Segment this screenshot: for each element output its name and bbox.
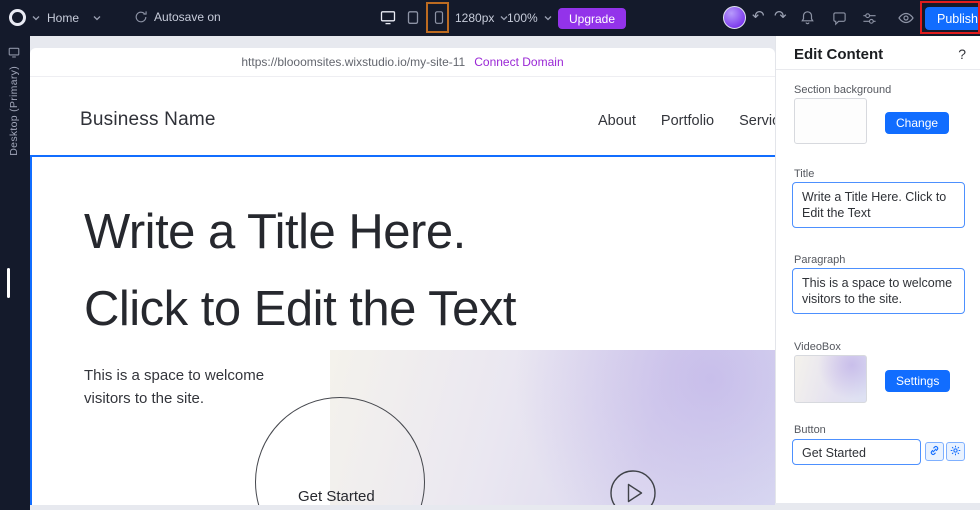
breakpoint-mobile[interactable]	[434, 10, 444, 25]
nav-link-services[interactable]: Services	[739, 113, 775, 129]
undo-icon: ↶	[752, 8, 765, 25]
breakpoint-width-value: 1280px	[455, 11, 495, 25]
autosave-label: Autosave on	[154, 10, 221, 24]
paragraph-field-label: Paragraph	[794, 254, 846, 266]
videobox-settings-button[interactable]: Settings	[885, 370, 951, 392]
chevron-down-icon	[544, 15, 552, 21]
tablet-icon	[407, 10, 419, 25]
breakpoint-desktop[interactable]	[380, 10, 396, 25]
avatar	[723, 6, 746, 29]
videobox-label: VideoBox	[794, 341, 841, 353]
connect-domain-link[interactable]: Connect Domain	[474, 55, 563, 69]
wix-logo-menu[interactable]	[9, 9, 40, 26]
site-business-name[interactable]: Business Name	[80, 109, 216, 131]
wix-studio-editor: Home Autosave on 1280px 100% Upgrade ↶ ↷…	[0, 0, 980, 510]
button-text-input[interactable]: Get Started	[792, 439, 921, 465]
editor-canvas: https://blooomsites.wixstudio.io/my-site…	[30, 36, 775, 510]
panel-divider	[776, 69, 980, 70]
publish-button[interactable]: Publish	[925, 7, 980, 30]
site-url-bar: https://blooomsites.wixstudio.io/my-site…	[30, 48, 775, 77]
redo-button[interactable]: ↷	[774, 9, 787, 24]
bell-icon	[800, 10, 815, 25]
breakpoint-rail-label[interactable]: Desktop (Primary)	[8, 66, 20, 156]
selected-hero-section[interactable]: Write a Title Here. Click to Edit the Te…	[30, 155, 775, 505]
publish-button-wrap: Publish	[925, 7, 980, 30]
preview-button[interactable]	[898, 12, 914, 24]
redo-icon: ↷	[774, 8, 787, 25]
undo-button[interactable]: ↶	[752, 9, 765, 24]
breakpoint-tablet[interactable]	[407, 10, 419, 25]
desktop-small-icon	[8, 45, 20, 63]
video-play-button[interactable]	[609, 469, 657, 505]
help-icon[interactable]: ?	[958, 46, 966, 62]
eye-icon	[898, 12, 914, 24]
hero-title-line2: Click to Edit the Text	[84, 281, 517, 336]
comment-bubble-icon	[832, 11, 847, 26]
edit-content-panel: Edit Content ? Section background Change…	[775, 36, 980, 503]
panel-title: Edit Content	[794, 46, 884, 63]
upgrade-button[interactable]: Upgrade	[558, 8, 627, 29]
tools-button[interactable]	[862, 11, 877, 26]
gear-icon	[950, 443, 961, 461]
notifications-button[interactable]	[800, 10, 815, 25]
link-icon	[929, 443, 940, 461]
title-input[interactable]: Write a Title Here. Click to Edit the Te…	[792, 182, 965, 228]
section-background-label: Section background	[794, 84, 892, 96]
comments-button[interactable]	[832, 11, 847, 26]
autosave-icon	[134, 10, 148, 24]
desktop-icon	[380, 10, 396, 25]
hero-title[interactable]: Write a Title Here. Click to Edit the Te…	[84, 194, 517, 348]
section-background-swatch[interactable]	[794, 98, 867, 144]
button-link-button[interactable]	[925, 442, 944, 461]
page-menu-label: Home	[47, 11, 80, 25]
page-menu[interactable]: Home	[47, 11, 101, 25]
hero-title-line1: Write a Title Here.	[84, 204, 466, 259]
get-started-button[interactable]: Get Started	[298, 488, 375, 505]
chevron-down-icon	[32, 15, 40, 21]
breakpoint-rail: Desktop (Primary)	[0, 36, 30, 510]
change-background-button[interactable]: Change	[885, 112, 950, 134]
nav-link-portfolio[interactable]: Portfolio	[661, 113, 714, 129]
autosave-status[interactable]: Autosave on	[134, 10, 221, 24]
upgrade-button-wrap: Upgrade	[558, 8, 627, 29]
site-nav: About Portfolio Services	[598, 113, 775, 129]
sliders-icon	[862, 11, 877, 26]
top-toolbar: Home Autosave on 1280px 100% Upgrade ↶ ↷…	[0, 0, 980, 36]
zoom-value: 100%	[507, 11, 538, 25]
site-preview: Business Name About Portfolio Services W…	[30, 77, 775, 505]
breakpoint-width-selector[interactable]: 1280px	[455, 11, 508, 25]
site-url: https://blooomsites.wixstudio.io/my-site…	[241, 55, 466, 69]
title-field-label: Title	[794, 168, 815, 180]
videobox-thumbnail[interactable]	[794, 355, 867, 403]
button-field-label: Button	[794, 424, 826, 436]
account-avatar[interactable]	[723, 6, 746, 29]
hero-paragraph[interactable]: This is a space to welcome visitors to t…	[84, 364, 289, 410]
wix-studio-logo-icon	[9, 9, 26, 26]
nav-link-about[interactable]: About	[598, 113, 636, 129]
paragraph-input[interactable]: This is a space to welcome visitors to t…	[792, 268, 965, 314]
mobile-icon	[434, 10, 444, 25]
button-settings-button[interactable]	[946, 442, 965, 461]
zoom-selector[interactable]: 100%	[507, 11, 552, 25]
chevron-down-icon	[93, 15, 101, 21]
rail-scroll-indicator[interactable]	[7, 268, 10, 298]
